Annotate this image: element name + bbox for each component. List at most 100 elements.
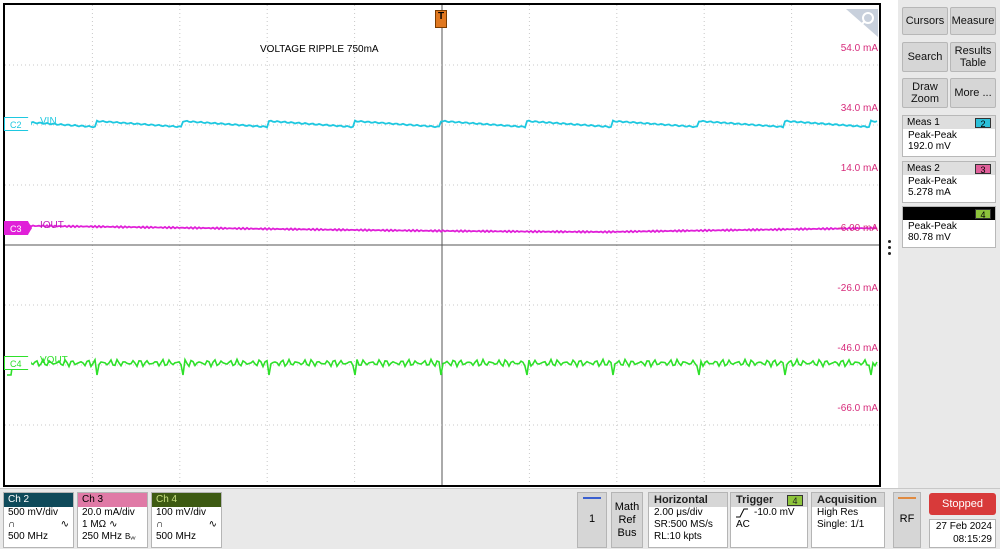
rf-label: RF <box>899 513 915 525</box>
cursors-label: Cursors <box>905 15 945 27</box>
more-options-icon[interactable] <box>888 240 894 258</box>
rf-button[interactable]: RF <box>893 492 921 548</box>
meas-2-type: Peak-Peak <box>908 176 957 187</box>
meas-1-value: 192.0 mV <box>908 141 951 152</box>
draw-zoom-button[interactable]: Draw Zoom <box>902 78 948 108</box>
scale-label: -46.0 mA <box>837 343 878 354</box>
run-state-label: Stopped <box>942 498 983 510</box>
trace-tag-c4[interactable]: C4 <box>4 356 32 370</box>
horizontal-scale: 2.00 μs/div <box>654 507 703 518</box>
channel-4-badge[interactable]: Ch 4 100 mV/div ∩ ∿ 500 MHz <box>151 492 222 548</box>
page-1-button[interactable]: 1 <box>577 492 607 548</box>
zoom-label: Zoom <box>910 93 940 105</box>
meas-3-badge[interactable]: 4 Peak-Peak 80.78 mV <box>902 206 996 248</box>
meas-1-badge[interactable]: Meas 1 2 Peak-Peak 192.0 mV <box>902 115 996 157</box>
channel-4-bandwidth: 500 MHz <box>156 531 197 542</box>
draw-label: Draw <box>912 81 938 93</box>
ac-coupling-icon: ∿ <box>109 519 118 530</box>
more-button[interactable]: More ... <box>950 78 996 108</box>
trace-tag-c2[interactable]: C2 <box>4 117 32 131</box>
ac-coupling-icon: ∿ <box>208 519 217 530</box>
table-label: Table <box>959 57 987 69</box>
measure-button[interactable]: Measure <box>950 7 996 35</box>
channel-3-label: Ch 3 <box>78 493 147 507</box>
scale-label: -26.0 mA <box>837 283 878 294</box>
cursors-button[interactable]: Cursors <box>902 7 948 35</box>
ac-coupling-icon: ∿ <box>60 519 69 530</box>
annotation-text: VOLTAGE RIPPLE 750mA <box>260 44 379 55</box>
scale-label: -66.0 mA <box>837 403 878 414</box>
meas-1-header: Meas 1 2 <box>903 116 995 129</box>
record-length: RL:10 kpts <box>654 531 702 542</box>
graticule <box>3 3 881 487</box>
acquisition-badge[interactable]: Acquisition High Res Single: 1/1 <box>811 492 885 548</box>
meas-2-channel-chip: 3 <box>975 163 991 175</box>
results-table-button[interactable]: Results Table <box>950 42 996 72</box>
meas-3-value: 80.78 mV <box>908 232 951 243</box>
acquisition-count: Single: 1/1 <box>817 519 865 530</box>
trace-tag-c3[interactable]: C3 <box>4 221 32 235</box>
bandwidth-limit-icon: Bᵥᵥ <box>125 532 136 541</box>
search-button[interactable]: Search <box>902 42 948 72</box>
trigger-marker-label: T <box>437 11 445 22</box>
probe-icon: ∩ <box>156 519 164 530</box>
channel-2-scale: 500 mV/div <box>8 507 59 518</box>
trace-name-vin: VIN <box>40 116 57 127</box>
meas-3-channel-chip: 4 <box>975 208 991 220</box>
search-label: Search <box>907 51 943 63</box>
meas-1-title: Meas 1 <box>907 117 940 128</box>
trigger-marker[interactable]: T <box>435 10 447 28</box>
trace-name-vout: VOUT <box>40 355 68 366</box>
trigger-title: Trigger <box>736 494 774 506</box>
math-label: Math <box>614 500 640 513</box>
probe-icon: ∩ <box>8 519 16 530</box>
channel-3-scale: 20.0 mA/div <box>82 507 135 518</box>
channel-2-bandwidth: 500 MHz <box>8 531 49 542</box>
channel-4-label: Ch 4 <box>152 493 221 507</box>
trigger-badge[interactable]: Trigger 4 -10.0 mV AC <box>730 492 808 548</box>
meas-2-badge[interactable]: Meas 2 3 Peak-Peak 5.278 mA <box>902 161 996 203</box>
channel-4-scale: 100 mV/div <box>156 507 207 518</box>
acquisition-title: Acquisition <box>812 493 884 507</box>
channel-2-label: Ch 2 <box>4 493 73 507</box>
run-stop-status[interactable]: Stopped <box>929 493 996 515</box>
results-label: Results <box>954 45 992 57</box>
trigger-coupling: AC <box>736 519 750 530</box>
more-label: More ... <box>954 87 992 99</box>
trace-name-iout: IOUT <box>40 220 64 231</box>
date-time[interactable]: 27 Feb 2024 08:15:29 <box>929 519 996 548</box>
sample-rate: SR:500 MS/s <box>654 519 713 530</box>
magnifier-icon <box>846 9 878 37</box>
time-label: 08:15:29 <box>953 534 992 545</box>
bus-label: Bus <box>617 526 637 539</box>
trigger-level: -10.0 mV <box>754 507 795 518</box>
measure-label: Measure <box>951 15 995 27</box>
scale-label: 54.0 mA <box>840 43 878 54</box>
bottom-status-bar: Ch 2 500 mV/div ∩ ∿ 500 MHz Ch 3 20.0 mA… <box>0 488 1000 549</box>
horizontal-title: Horizontal <box>649 493 727 507</box>
page-number: 1 <box>588 513 596 525</box>
side-panel: Cursors Measure Search Results Table Dra… <box>898 0 1000 488</box>
meas-1-type: Peak-Peak <box>908 130 957 141</box>
meas-2-title: Meas 2 <box>907 163 940 174</box>
meas-2-value: 5.278 mA <box>908 187 951 198</box>
channel-3-badge[interactable]: Ch 3 20.0 mA/div 1 MΩ ∿ 250 MHz Bᵥᵥ <box>77 492 148 548</box>
date-label: 27 Feb 2024 <box>935 521 992 532</box>
meas-3-header: 4 <box>903 207 995 220</box>
meas-2-header: Meas 2 3 <box>903 162 995 175</box>
scale-label: 14.0 mA <box>840 163 878 174</box>
channel-3-impedance: 1 MΩ <box>82 519 107 530</box>
rising-edge-icon <box>736 508 748 518</box>
horizontal-badge[interactable]: Horizontal 2.00 μs/div SR:500 MS/s RL:10… <box>648 492 728 548</box>
channel-2-badge[interactable]: Ch 2 500 mV/div ∩ ∿ 500 MHz <box>3 492 74 548</box>
ref-label: Ref <box>618 513 636 526</box>
channel-3-bandwidth: 250 MHz <box>82 531 123 542</box>
scale-label: -6.00 mA <box>837 223 878 234</box>
meas-3-type: Peak-Peak <box>908 221 957 232</box>
scale-label: 34.0 mA <box>840 103 878 114</box>
acquisition-mode: High Res <box>817 507 859 518</box>
trigger-source-chip: 4 <box>787 494 803 506</box>
waveform-display[interactable]: T VOLTAGE RIPPLE 750mA 54.0 mA 34.0 mA 14.… <box>0 0 884 488</box>
math-ref-bus-button[interactable]: Math Ref Bus <box>611 492 643 548</box>
zoom-corner-icon[interactable] <box>846 9 878 37</box>
